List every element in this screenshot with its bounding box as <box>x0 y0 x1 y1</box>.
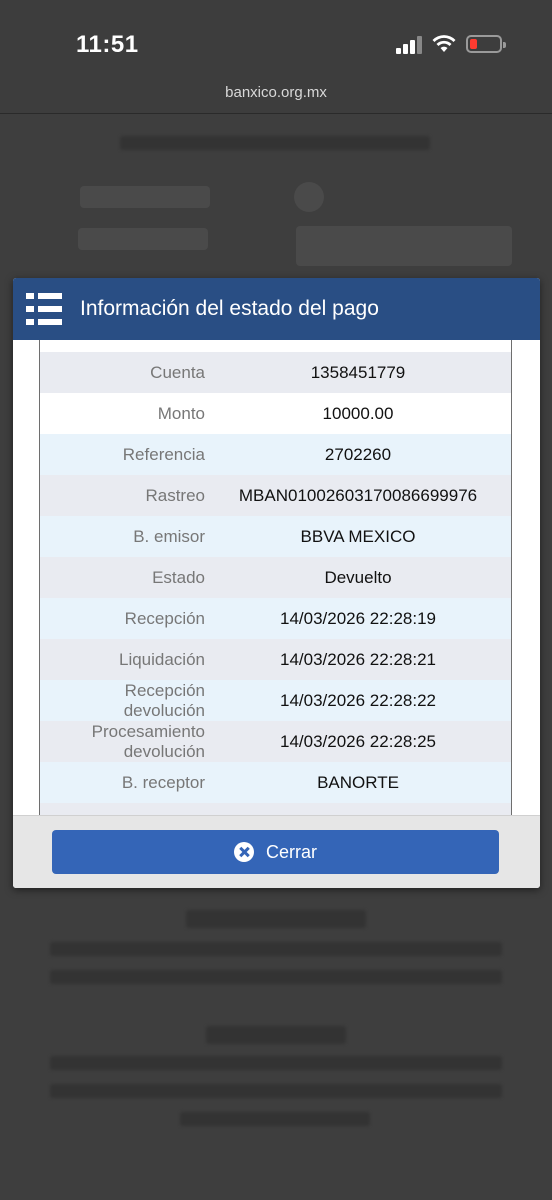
row-value: 14/03/2026 22:28:25 <box>280 731 436 751</box>
row-label: Rastreo <box>145 485 205 505</box>
cellular-signal-icon <box>396 36 424 54</box>
modal-footer: Cerrar <box>13 815 540 888</box>
list-icon <box>26 293 62 325</box>
table-row: Liquidación 14/03/2026 22:28:21 <box>40 639 511 680</box>
row-value: 10000.00 <box>322 403 394 423</box>
row-label: Liquidación <box>118 649 205 669</box>
row-value: 2702260 <box>324 444 392 464</box>
payment-status-modal: Información del estado del pago Cuenta 1… <box>13 278 540 888</box>
row-value: BBVA MEXICO <box>300 526 416 546</box>
row-value: Devuelto <box>324 567 392 587</box>
row-value: BANORTE <box>317 772 399 792</box>
close-button[interactable]: Cerrar <box>52 830 499 874</box>
close-icon <box>233 842 254 862</box>
row-value: 14/03/2026 22:28:19 <box>280 608 436 628</box>
table-row: Recepción 14/03/2026 22:28:19 <box>40 598 511 639</box>
row-label: B. receptor <box>121 772 205 792</box>
row-value: 1358451779 <box>310 362 406 382</box>
table-row: Monto 10000.00 <box>40 393 511 434</box>
battery-icon <box>466 35 506 53</box>
table-row: B. emisor BBVA MEXICO <box>40 516 511 557</box>
status-bar: 11:51 <box>0 0 552 72</box>
modal-header: Información del estado del pago <box>13 278 540 340</box>
table-row: Estado Devuelto <box>40 557 511 598</box>
row-value: 14/03/2026 22:28:21 <box>280 649 436 669</box>
row-label: Procesamiento devolución <box>91 721 205 761</box>
row-value: MBAN01002603170086699976 <box>238 485 478 505</box>
status-time: 11:51 <box>76 31 139 58</box>
table-row-partial <box>40 803 511 815</box>
row-label: Recepción <box>124 608 205 628</box>
payment-details-table[interactable]: Cuenta 1358451779 Monto 10000.00 Referen… <box>39 340 512 815</box>
wifi-icon <box>432 35 456 52</box>
row-label: Referencia <box>122 444 205 464</box>
table-row: Procesamiento devolución 14/03/2026 22:2… <box>40 721 511 762</box>
url-bar[interactable]: banxico.org.mx <box>0 72 552 114</box>
modal-title: Información del estado del pago <box>80 297 379 320</box>
table-row: Referencia 2702260 <box>40 434 511 475</box>
table-row: Recepción devolución 14/03/2026 22:28:22 <box>40 680 511 721</box>
row-label: Monto <box>157 403 205 423</box>
row-label: Estado <box>152 567 205 587</box>
row-value: 14/03/2026 22:28:22 <box>280 690 436 710</box>
table-row: Rastreo MBAN01002603170086699976 <box>40 475 511 516</box>
row-label: B. emisor <box>133 526 205 546</box>
table-row: B. receptor BANORTE <box>40 762 511 803</box>
row-label: Cuenta <box>150 362 205 382</box>
row-label: Recepción devolución <box>123 680 205 720</box>
close-button-label: Cerrar <box>265 841 317 862</box>
table-row: Cuenta 1358451779 <box>40 352 511 393</box>
